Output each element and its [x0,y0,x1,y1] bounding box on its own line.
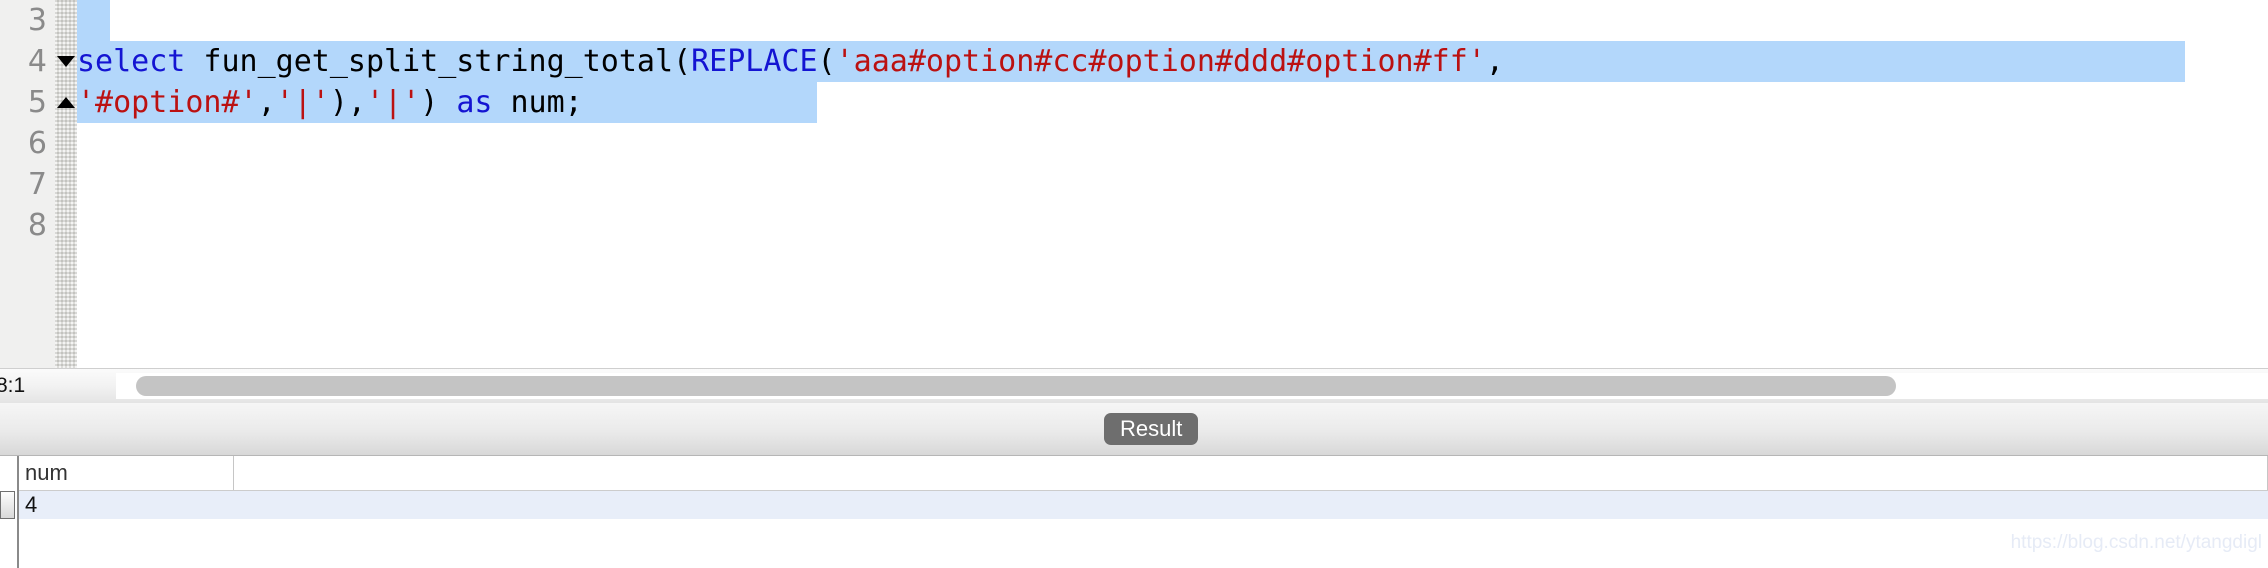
tab-result[interactable]: Result [1104,413,1199,445]
fold-toggle-line-5[interactable] [57,82,75,123]
triangle-down-icon [57,56,75,67]
editor-status-bar: 8:1 [0,368,2268,404]
watermark-text: https://blog.csdn.net/ytangdigl [2010,532,2262,553]
line-number-8: 8 [27,208,47,243]
grid-column-header-num[interactable]: num [19,456,234,490]
caret-position-indicator: 8:1 [0,374,26,397]
code-token-keyword: REPLACE [691,44,818,79]
horizontal-scrollbar[interactable] [116,373,2268,399]
code-line-4: select fun_get_split_string_total(REPLAC… [77,41,1504,82]
horizontal-scrollbar-thumb[interactable] [136,376,1896,396]
grid-corner-header [0,456,19,568]
line-number-gutter: 3 4 5 6 7 8 [0,0,55,368]
grid-column-header-row: num [19,456,2268,491]
code-token-punctuation: , [257,85,276,120]
triangle-up-icon [57,97,75,108]
code-token-identifier: num; [492,85,583,120]
code-editor[interactable]: 3 4 5 6 7 8 select fun_get_split_string_… [0,0,2268,368]
line-number-6: 6 [27,126,47,161]
grid-row-header-1[interactable] [0,491,15,519]
code-token-string: 'aaa#option#cc#option#ddd#option#ff' [835,44,1486,79]
line-number-5: 5 [27,85,47,120]
code-token-identifier: fun_get_split_string_total [185,44,674,79]
code-line-5: '#option#','|'),'|') as num; [77,82,583,123]
code-token-punctuation: ), [329,85,366,120]
grid-cell-blank[interactable] [234,491,2268,519]
code-token-keyword: as [456,85,493,120]
code-text-area[interactable]: select fun_get_split_string_total(REPLAC… [77,0,2268,368]
table-row[interactable]: 4 [19,491,2268,519]
fold-toggle-line-4[interactable] [57,41,75,82]
line-number-3: 3 [27,3,47,38]
code-token-string: '|' [275,85,330,120]
code-token-punctuation: ( [673,44,692,79]
sql-editor-window: 3 4 5 6 7 8 select fun_get_split_string_… [0,0,2268,568]
selection-highlight-line-3 [77,0,110,41]
code-token-punctuation: , [1485,44,1504,79]
line-number-4: 4 [27,44,47,79]
grid-cell-num[interactable]: 4 [19,491,234,519]
result-tab-bar: Result [0,403,2268,456]
line-number-7: 7 [27,167,47,202]
code-token-string: '|' [366,85,421,120]
code-token-punctuation: ( [817,44,836,79]
code-token-keyword: select [77,44,186,79]
result-grid[interactable]: num 4 https://blog.csdn.net/ytangdigl [0,456,2268,568]
grid-column-header-blank[interactable] [234,456,2268,490]
grid-empty-area [19,519,2268,568]
code-token-string: '#option#' [77,85,258,120]
code-token-punctuation: ) [420,85,457,120]
